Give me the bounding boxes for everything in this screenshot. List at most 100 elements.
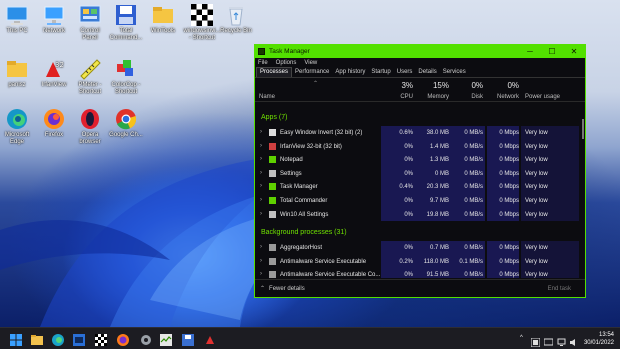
tab-details[interactable]: Details <box>415 68 439 77</box>
process-name: AggregatorHost <box>280 245 323 251</box>
tab-services[interactable]: Services <box>440 68 469 77</box>
column-memory[interactable]: Memory <box>415 94 449 100</box>
task-manager-icon <box>258 48 265 55</box>
process-row[interactable]: › Easy Window Invert (32 bit) (2) 0.6% 38.0… <box>255 126 579 140</box>
scrollbar-thumb[interactable] <box>582 119 584 139</box>
process-row[interactable]: › Antimalware Service Executable Co... 0% 9… <box>255 268 579 278</box>
volume-icon[interactable] <box>569 334 578 346</box>
column-name[interactable]: Name <box>259 94 275 100</box>
fewer-details-button[interactable]: ⌃ Fewer details <box>260 285 305 293</box>
process-name: Antimalware Service Executable <box>280 258 367 265</box>
task-manager-icon[interactable] <box>160 333 172 346</box>
menu-options[interactable]: Options <box>276 60 297 66</box>
process-row[interactable]: › AggregatorHost 0% 0.7 MB 0 MB/s 0 Mbps Very … <box>255 241 579 255</box>
process-name: Total Commander <box>280 198 328 204</box>
tray-app-icon[interactable] <box>530 334 541 348</box>
tray-chevron-icon[interactable]: ^ <box>520 335 523 341</box>
close-button[interactable]: ✕ <box>563 45 585 58</box>
invert-app-icon <box>269 129 276 136</box>
column-network[interactable]: Network <box>485 94 519 100</box>
desktop-icon-recycle-bin[interactable]: Recycle Bin <box>212 4 260 35</box>
expand-chevron-icon[interactable]: › <box>260 244 262 250</box>
network-icon <box>43 4 65 26</box>
group-apps: Apps (7) <box>261 114 288 121</box>
menu-file[interactable]: File <box>258 60 268 66</box>
tab-performance[interactable]: Performance <box>292 68 332 77</box>
process-row[interactable]: › Notepad 0% 1.3 MB 0 MB/s 0 Mbps Very low <box>255 153 579 167</box>
irfanview-icon[interactable] <box>204 333 216 345</box>
display-icon[interactable] <box>543 334 554 346</box>
process-cpu: 0.4% <box>399 184 413 191</box>
task-manager-window[interactable]: Task Manager ─ ☐ ✕ File Options View Pro… <box>254 44 586 298</box>
desktop-icon-colorcop[interactable]: ColorCop - Shortcut <box>102 58 150 96</box>
clock-time: 13:54 <box>598 332 614 338</box>
process-memory: 9.7 MB <box>429 198 449 204</box>
expand-chevron-icon[interactable]: › <box>260 197 262 203</box>
shield-icon <box>269 257 276 265</box>
process-row[interactable]: › Task Manager 0.4% 20.3 MB 0 MB/s 0 Mbps Very… <box>255 180 579 194</box>
minimize-button[interactable]: ─ <box>519 45 541 58</box>
expand-chevron-icon[interactable]: › <box>260 129 262 135</box>
menu-bar: File Options View <box>255 58 585 68</box>
process-row[interactable]: › Settings 0% 0 MB 0 MB/s 0 Mbps Very low <box>255 166 579 181</box>
process-memory: 91.5 MB <box>426 272 449 278</box>
expand-chevron-icon[interactable]: › <box>260 183 262 189</box>
column-cpu[interactable]: CPU <box>385 94 413 100</box>
group-background: Background processes (31) <box>261 229 347 236</box>
taskbar: ^ 13:54 30/01/2022 <box>0 327 620 349</box>
clock[interactable]: 13:54 30/01/2022 <box>584 331 614 347</box>
clock-date: 30/01/2022 <box>583 340 614 346</box>
expand-chevron-icon[interactable]: › <box>260 156 262 162</box>
end-task-button[interactable]: End task <box>548 286 571 292</box>
expand-chevron-icon[interactable]: › <box>260 170 262 176</box>
tab-app-history[interactable]: App history <box>332 68 368 77</box>
column-disk[interactable]: Disk <box>455 94 483 100</box>
process-power: Very low <box>525 211 548 218</box>
process-power: Very low <box>525 198 548 204</box>
checker-icon[interactable] <box>95 333 107 346</box>
colorcop-icon <box>115 58 137 80</box>
svg-text:32: 32 <box>55 61 64 69</box>
process-power: Very low <box>525 245 548 251</box>
process-row[interactable]: › Total Commander 0% 9.7 MB 0 MB/s 0 Mbps Very… <box>255 194 579 208</box>
title-bar[interactable]: Task Manager ─ ☐ ✕ <box>255 45 585 58</box>
process-network: 0 Mbps <box>499 170 519 177</box>
tab-processes[interactable]: Processes <box>256 67 293 77</box>
network-icon[interactable] <box>557 334 566 346</box>
process-name: Notepad <box>280 157 303 164</box>
expand-chevron-icon[interactable]: › <box>260 211 262 217</box>
tab-users[interactable]: Users <box>394 68 416 77</box>
process-row[interactable]: › Antimalware Service Executable 0.2% 118.0… <box>255 254 579 269</box>
expand-chevron-icon[interactable]: › <box>260 271 262 277</box>
terminal-icon[interactable] <box>73 333 85 346</box>
firefox-icon[interactable] <box>117 333 129 346</box>
notepad-icon <box>269 156 276 164</box>
process-disk: 0 MB/s <box>464 143 483 150</box>
process-cpu: 0.6% <box>399 130 413 136</box>
process-row[interactable]: › Win10 All Settings 0% 19.8 MB 0 MB/s 0 Mbps… <box>255 207 579 222</box>
expand-chevron-icon[interactable]: › <box>260 143 262 149</box>
process-power: Very low <box>525 130 548 136</box>
gear-icon[interactable] <box>140 333 152 345</box>
maximize-button[interactable]: ☐ <box>541 45 563 58</box>
opera-icon <box>79 108 101 130</box>
edge-icon[interactable] <box>52 333 64 346</box>
start-icon[interactable] <box>10 333 22 346</box>
scrollbar[interactable] <box>581 115 585 275</box>
expand-chevron-icon[interactable]: › <box>260 258 262 264</box>
memory-total: 15% <box>432 81 449 90</box>
menu-view[interactable]: View <box>304 60 317 66</box>
process-disk: 0.1 MB/s <box>459 258 483 265</box>
process-cpu: 0% <box>404 170 413 177</box>
tab-startup[interactable]: Startup <box>368 68 393 77</box>
file-explorer-icon[interactable] <box>31 333 43 345</box>
column-power-usage[interactable]: Power usage <box>525 94 565 100</box>
monitor-icon <box>6 4 28 26</box>
column-headers: ⌃ Name 3% CPU 15% Memory 0% Disk 0% Netw… <box>255 78 585 102</box>
desktop-icon-google-ch[interactable]: Google Ch... <box>102 108 150 139</box>
floppy-icon[interactable] <box>182 333 194 346</box>
process-row[interactable]: › IrfanView 32-bit (32 bit) 0% 1.4 MB 0 MB/s… <box>255 139 579 154</box>
folder-icon <box>6 58 28 80</box>
process-memory: 1.3 MB <box>429 157 449 164</box>
fewer-details-label: Fewer details <box>269 285 305 292</box>
